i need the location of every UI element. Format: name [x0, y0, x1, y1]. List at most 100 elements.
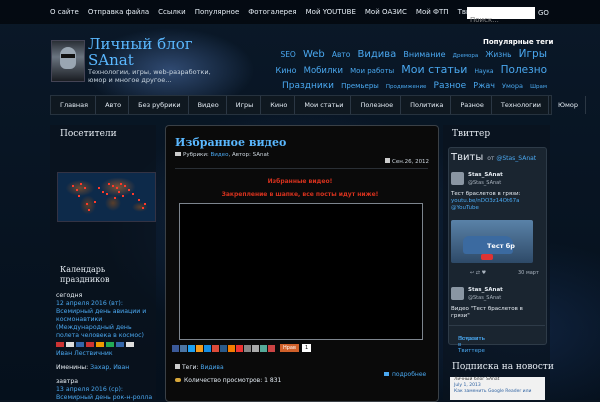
tag-cloud-link[interactable]: Web	[303, 49, 325, 60]
search-go-button[interactable]: GO	[538, 7, 549, 19]
tag-cloud-link[interactable]: Кино	[276, 66, 297, 75]
tag-cloud-link[interactable]: Мои работы	[350, 67, 394, 75]
google-share-icon[interactable]	[212, 344, 219, 352]
today-event-link[interactable]: Всемирный день авиации и космонавтики (М…	[56, 308, 156, 340]
tweet-mention[interactable]: @YouTube	[451, 205, 533, 212]
main-nav-link[interactable]: Главная	[51, 96, 97, 114]
main-nav-link[interactable]: Политика	[401, 96, 452, 114]
rss-feed-widget[interactable]: Личный блог SAnat July 1, 2013 Как замен…	[450, 377, 545, 400]
tag-cloud-link[interactable]: Продвижение	[386, 84, 427, 90]
rss-item-link[interactable]: Как заменить Google Reader или	[450, 389, 545, 395]
tomorrow-event-link[interactable]: Всемирный день рок-н-ролла	[56, 394, 156, 402]
blogger-share-icon[interactable]	[228, 344, 235, 352]
tag-cloud-link[interactable]: Умора	[502, 82, 523, 90]
main-nav-link[interactable]: Разное	[451, 96, 492, 114]
bookmark-share-icon[interactable]	[260, 344, 267, 352]
main-nav-link[interactable]: Юмор	[549, 96, 586, 114]
tag-cloud-link[interactable]: Разное	[434, 81, 467, 91]
tag-cloud-link[interactable]: Мои статьи	[401, 63, 467, 76]
eye-icon	[175, 378, 181, 382]
read-more-link[interactable]: подробнее	[384, 371, 426, 378]
tag-cloud-link[interactable]: Дремора	[453, 53, 479, 59]
top-nav-link[interactable]: Фотогалерея	[248, 0, 305, 24]
print-share-icon[interactable]	[252, 344, 259, 352]
like-button[interactable]: Нрав	[280, 344, 299, 352]
view-on-twitter-link[interactable]: Показать в Твиттере	[458, 336, 485, 354]
main-nav-link[interactable]: Мои статьи	[295, 96, 352, 114]
main-nav-link[interactable]: Технологии	[492, 96, 549, 114]
blog-avatar[interactable]	[51, 40, 85, 82]
tweet-handle[interactable]: @Stas_SAnat	[468, 295, 501, 301]
main-nav-link[interactable]: Игры	[227, 96, 262, 114]
top-nav-link[interactable]: Популярное	[195, 0, 249, 24]
tweet-avatar[interactable]	[451, 287, 464, 300]
tweet-handle[interactable]: @Stas_SAnat	[468, 180, 501, 186]
visitor-dot	[124, 185, 126, 187]
tag-cloud-link[interactable]: Жизнь	[485, 50, 511, 59]
visitors-world-map[interactable]	[57, 172, 156, 222]
top-nav-link[interactable]: Мой YOUTUBE	[306, 0, 365, 24]
post-meta: Рубрики: Видео, Автор: SAnat	[175, 152, 269, 158]
tomorrow-date[interactable]: 13 апреля 2016 (ср):	[56, 386, 156, 394]
like-icon[interactable]: ♥	[482, 270, 486, 276]
tweet-avatar[interactable]	[451, 172, 464, 185]
reply-icon[interactable]: ↩	[470, 270, 474, 276]
today-date[interactable]: 12 апреля 2016 (вт):	[56, 300, 156, 308]
top-nav-link[interactable]: О сайте	[50, 0, 88, 24]
main-nav-link[interactable]: Видео	[189, 96, 227, 114]
top-nav-link[interactable]: Ссылки	[158, 0, 195, 24]
top-nav-link[interactable]: Мой ОАЗИС	[365, 0, 416, 24]
visitor-dot	[108, 183, 110, 185]
tag-cloud-link[interactable]: Авто	[332, 50, 351, 59]
category-link[interactable]: Видео	[211, 152, 229, 158]
tag-cloud-link[interactable]: Ржач	[473, 81, 495, 90]
tag-cloud-link[interactable]: Наука	[474, 68, 493, 75]
main-nav-link[interactable]: Кино	[261, 96, 296, 114]
tag-icon	[175, 364, 180, 369]
mailru-share-icon[interactable]	[204, 344, 211, 352]
tag-cloud-link[interactable]: Игры	[519, 48, 547, 60]
tag-cloud-link[interactable]: Шрам	[530, 84, 547, 90]
search-input[interactable]: Поиск...	[467, 7, 535, 24]
main-nav-link[interactable]: Без рубрики	[129, 96, 189, 114]
blog-title[interactable]: Личный блог SAnat	[88, 36, 193, 68]
more-share-icon[interactable]	[268, 344, 275, 352]
tweet-author[interactable]: Stas_SAnat	[468, 172, 503, 178]
arrow-icon	[384, 372, 389, 376]
twitter-share-icon[interactable]	[188, 344, 195, 352]
saint-link[interactable]: Иван Лествичник	[56, 350, 156, 358]
tag-cloud-link[interactable]: SEO	[280, 50, 295, 59]
top-nav-link[interactable]: Отправка файла	[88, 0, 158, 24]
main-navigation: Главная Авто Без рубрики Видео Игры Кино Мои с…	[50, 95, 586, 115]
livejournal-share-icon[interactable]	[220, 344, 227, 352]
youtube-play-icon[interactable]	[481, 254, 493, 260]
top-nav-link[interactable]: Мой ФТП	[416, 0, 458, 24]
tag-link[interactable]: Видива	[200, 364, 223, 371]
vk-share-icon[interactable]	[180, 344, 187, 352]
facebook-share-icon[interactable]	[172, 344, 179, 352]
retweet-icon[interactable]: ⇄	[476, 270, 480, 276]
video-player[interactable]	[179, 203, 423, 340]
tag-cloud-link[interactable]: Праздники	[282, 81, 334, 91]
tag-cloud-link[interactable]: Полезно	[501, 64, 547, 76]
visitor-dot	[116, 187, 118, 189]
like-count: 1	[301, 344, 312, 352]
tweet-author[interactable]: Stas_SAnat	[468, 287, 503, 293]
tweet-video-thumbnail[interactable]: Тест бр	[451, 220, 533, 263]
main-nav-link[interactable]: Авто	[96, 96, 130, 114]
email-share-icon[interactable]	[244, 344, 251, 352]
calendar-icon	[385, 158, 390, 163]
tweet-date[interactable]: 30 март	[518, 270, 539, 276]
tweets-handle-link[interactable]: @Stas_SAnat	[496, 155, 536, 162]
odnoklassniki-share-icon[interactable]	[196, 344, 203, 352]
tag-cloud-link[interactable]: Внимание	[403, 50, 445, 59]
tweet-link[interactable]: youtu.be/nDO3z14Ot67a	[451, 198, 533, 205]
yandex-share-icon[interactable]	[236, 344, 243, 352]
main-nav-link[interactable]: Полезное	[351, 96, 402, 114]
name-day-values[interactable]: Захар, Иван	[90, 364, 129, 371]
tag-cloud-link[interactable]: Видива	[357, 49, 396, 60]
visitor-dot	[118, 191, 120, 193]
tag-cloud-link[interactable]: Премьеры	[341, 82, 379, 90]
post-title[interactable]: Избранное видео	[175, 136, 286, 149]
tag-cloud-link[interactable]: Мобилки	[304, 66, 343, 76]
